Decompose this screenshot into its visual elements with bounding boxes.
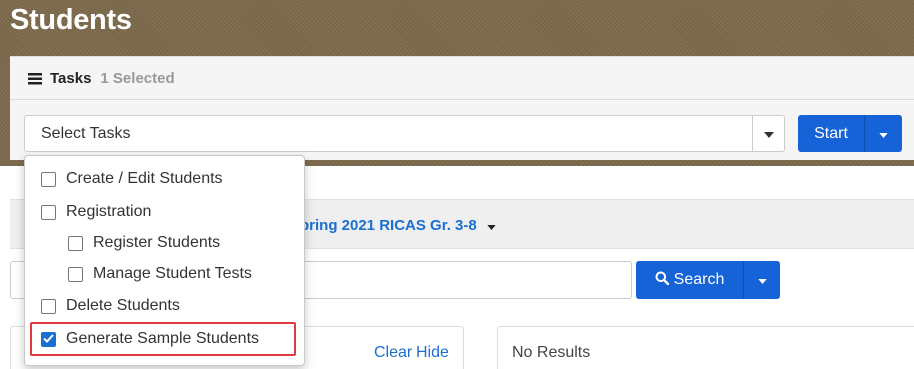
option-label: Registration [66,203,152,220]
tasks-header: Tasks 1 Selected [10,57,914,100]
search-button[interactable]: Search [636,261,743,299]
checkbox[interactable] [41,171,56,187]
search-button-label: Search [673,271,725,288]
administration-label: pring 2021 RICAS Gr. 3-8 [300,217,477,234]
option-label: Delete Students [66,297,180,314]
search-caret-button[interactable] [743,261,780,299]
tasks-selected-count: 1 Selected [100,69,175,87]
option-manage-student-tests[interactable]: Manage Student Tests [68,265,252,283]
checkbox[interactable] [68,235,83,251]
select-tasks-dropdown[interactable]: Select Tasks [24,115,785,152]
hide-link[interactable]: Hide [416,344,449,362]
highlight-annotation [30,322,296,356]
caret-down-icon [757,271,767,289]
checkbox[interactable] [41,204,56,220]
select-tasks-value: Select Tasks [41,124,131,142]
search-icon [655,271,669,290]
option-register-students[interactable]: Register Students [68,234,220,252]
tasks-title: Tasks [50,69,92,87]
option-registration[interactable]: Registration [41,203,151,221]
caret-down-icon [764,125,774,143]
checkbox[interactable] [41,298,56,314]
administration-selector[interactable]: pring 2021 RICAS Gr. 3-8 [300,217,496,234]
select-tasks-caret[interactable] [752,115,785,152]
option-label: Register Students [93,234,221,251]
option-create-edit-students[interactable]: Create / Edit Students [41,170,223,188]
checkbox[interactable] [68,266,83,282]
caret-down-icon [879,125,888,143]
option-delete-students[interactable]: Delete Students [41,297,180,315]
no-results-text: No Results [512,344,591,361]
start-button[interactable]: Start [798,115,864,152]
tasks-list-icon [28,72,42,85]
clear-link[interactable]: Clear [374,344,412,362]
page-title: Students [10,4,132,36]
option-label: Manage Student Tests [93,265,252,282]
caret-down-icon [487,217,496,234]
start-caret-button[interactable] [864,115,902,152]
option-label: Create / Edit Students [66,170,223,187]
